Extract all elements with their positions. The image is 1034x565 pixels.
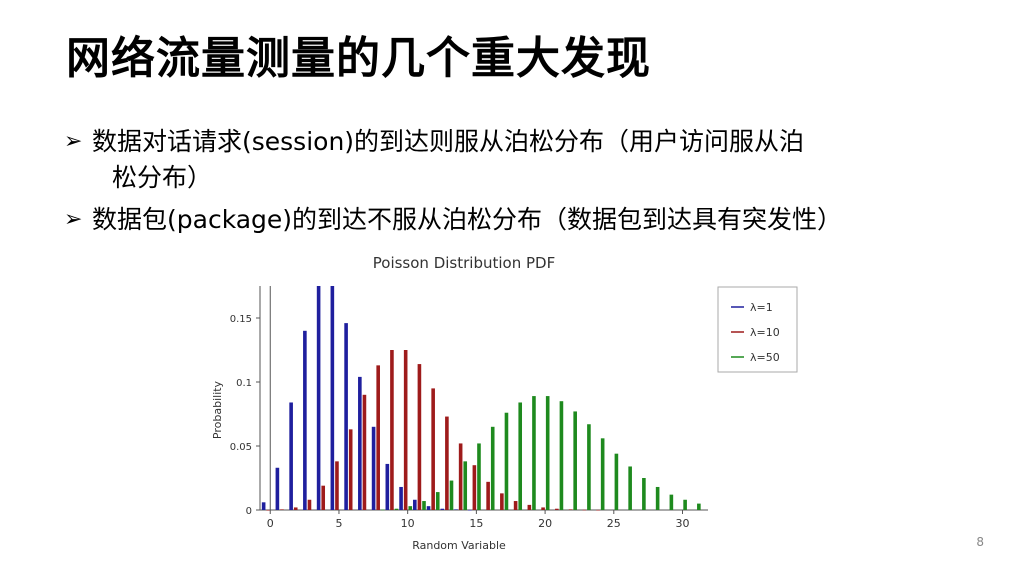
bar-series-1-x-11: [413, 499, 417, 510]
bar-series-2-x-21: [555, 508, 559, 510]
bar-series-2-x-11: [417, 364, 422, 510]
bar-series-2-x-17: [500, 493, 504, 510]
chart-title: Poisson Distribution PDF: [373, 254, 555, 272]
bar-series-1-x-0: [261, 502, 266, 510]
bullet-text-2-line-1: 数据包(package)的到达不服从泊松分布（数据包到达具有突发性）: [92, 205, 843, 234]
bar-series-1-x-3: [303, 330, 307, 510]
bar-series-3-x-17: [504, 412, 509, 510]
bullet-item-2: ➢ 数据包(package)的到达不服从泊松分布（数据包到达具有突发性）: [64, 202, 1014, 238]
bar-series-3-x-31: [697, 503, 701, 510]
bullet-text-2: 数据包(package)的到达不服从泊松分布（数据包到达具有突发性）: [92, 202, 1014, 238]
bar-series-3-x-22: [573, 411, 577, 510]
bar-series-1-x-5: [330, 286, 335, 510]
bar-series-3-x-29: [669, 494, 674, 510]
y-tick-label: 0: [246, 506, 252, 517]
bar-series-1-x-8: [371, 426, 376, 510]
x-tick-label: 25: [607, 517, 621, 530]
bar-series-1-x-6: [344, 323, 348, 510]
bar-series-2-x-2: [293, 507, 298, 510]
bar-series-3-x-10: [408, 506, 413, 510]
bar-series-1-x-7: [358, 376, 362, 510]
bar-series-3-x-21: [559, 401, 564, 510]
bar-series-3-x-13: [449, 480, 454, 510]
bar-series-3-x-26: [628, 466, 632, 510]
legend-label-3: λ=50: [750, 351, 780, 364]
bar-series-2-x-24: [596, 509, 600, 511]
bar-series-2-x-23: [582, 509, 587, 511]
x-axis-label: Random Variable: [412, 539, 506, 552]
y-axis-label: Probability: [211, 380, 224, 439]
bar-series-3-x-12: [435, 492, 440, 510]
bar-series-2-x-16: [486, 481, 490, 510]
bar-series-3-x-8: [380, 509, 385, 511]
bullet-list: ➢ 数据对话请求(session)的到达则服从泊松分布（用户访问服从泊 松分布）…: [64, 124, 1014, 244]
bar-series-3-x-20: [545, 396, 550, 510]
bar-series-2-x-14: [458, 443, 463, 510]
slide-title: 网络流量测量的几个重大发现: [66, 33, 651, 84]
bar-series-3-x-25: [614, 453, 619, 510]
bar-series-3-x-19: [532, 396, 536, 510]
bar-series-2-x-5: [335, 461, 339, 510]
bar-series-2-x-22: [568, 509, 573, 510]
bar-series-3-x-14: [463, 461, 468, 510]
bar-series-1-x-10: [399, 486, 403, 510]
bar-series-3-x-23: [587, 424, 591, 510]
bar-series-3-x-15: [477, 443, 481, 510]
bar-series-3-x-16: [490, 426, 495, 510]
bar-series-2-x-6: [348, 429, 353, 510]
bar-series-2-x-0: [266, 509, 271, 511]
page-number: 8: [976, 535, 984, 549]
bar-series-2-x-18: [513, 501, 518, 510]
bar-series-3-x-24: [600, 438, 605, 510]
bar-series-1-x-14: [454, 509, 458, 510]
bullet-arrow-icon: ➢: [64, 129, 83, 154]
bar-series-2-x-20: [541, 507, 545, 510]
bar-series-2-x-9: [390, 350, 394, 510]
bar-series-1-x-4: [316, 286, 321, 510]
bullet-text-1-line-1: 数据对话请求(session)的到达则服从泊松分布（用户访问服从泊: [92, 127, 805, 156]
bar-series-2-x-3: [307, 499, 312, 510]
bar-series-2-x-1: [280, 509, 284, 510]
y-tick-label: 0.05: [230, 442, 252, 453]
x-tick-label: 10: [401, 517, 415, 530]
bar-series-1-x-12: [426, 506, 431, 510]
x-tick-label: 5: [335, 517, 342, 530]
bar-series-2-x-7: [362, 394, 367, 510]
legend-label-2: λ=10: [750, 326, 780, 339]
bullet-text-1-line-2: 松分布）: [112, 163, 213, 192]
bar-series-3-x-30: [683, 499, 687, 510]
x-tick-label: 20: [538, 517, 552, 530]
bar-series-1-x-15: [467, 509, 472, 511]
bar-series-2-x-8: [376, 365, 380, 510]
bar-series-2-x-12: [431, 388, 435, 510]
bar-series-1-x-2: [289, 402, 293, 510]
y-tick-label: 0.1: [236, 378, 252, 389]
bar-series-3-x-11: [422, 501, 426, 510]
bar-series-3-x-18: [518, 402, 523, 510]
bar-series-1-x-13: [440, 508, 445, 510]
x-tick-label: 0: [267, 517, 274, 530]
bar-series-1-x-9: [385, 463, 390, 510]
y-tick-label: 0.15: [230, 314, 252, 325]
bar-series-3-x-27: [642, 478, 646, 510]
legend-label-1: λ=1: [750, 301, 773, 314]
x-tick-label: 15: [469, 517, 483, 530]
bar-series-2-x-13: [445, 416, 449, 510]
x-tick-label: 30: [676, 517, 690, 530]
bar-series-2-x-10: [403, 350, 408, 510]
bar-series-3-x-28: [655, 486, 660, 510]
bullet-text-1: 数据对话请求(session)的到达则服从泊松分布（用户访问服从泊 松分布）: [92, 124, 1014, 196]
bullet-item-1: ➢ 数据对话请求(session)的到达则服从泊松分布（用户访问服从泊 松分布）: [64, 124, 1014, 196]
poisson-chart: Poisson Distribution PDF 0 5 10 15 20 25 30 0 0.0…: [211, 254, 798, 552]
bar-series-2-x-19: [527, 504, 532, 510]
bullet-arrow-icon: ➢: [64, 207, 83, 232]
bar-series-1-x-1: [275, 467, 280, 510]
bar-series-3-x-9: [394, 508, 399, 510]
bar-series-2-x-4: [321, 485, 326, 510]
bar-series-2-x-15: [472, 465, 477, 510]
